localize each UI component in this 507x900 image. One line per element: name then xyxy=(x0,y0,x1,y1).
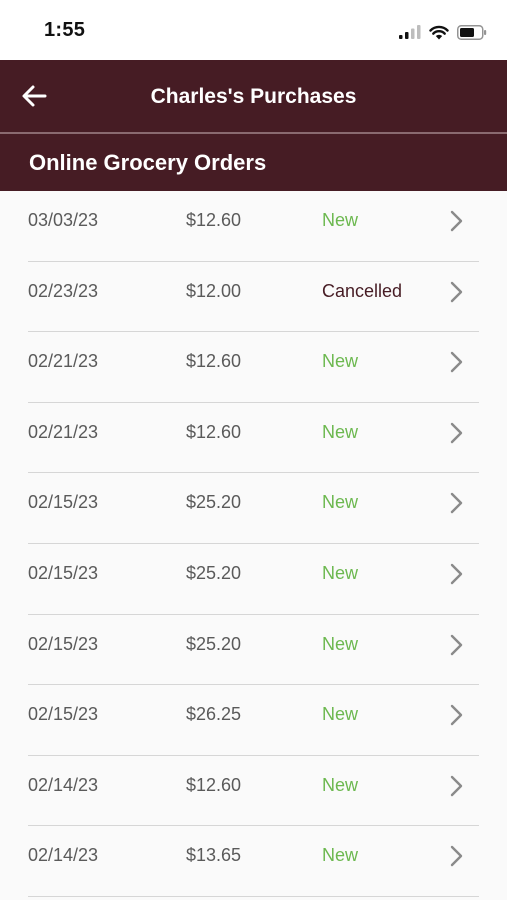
order-status: New xyxy=(322,562,359,583)
order-row[interactable]: 02/15/23 $25.20 New xyxy=(0,473,507,544)
order-row[interactable]: 02/15/23 $25.20 New xyxy=(0,544,507,615)
order-status: New xyxy=(322,421,359,442)
status-bar: 1:55 xyxy=(0,0,507,60)
order-amount: $12.60 xyxy=(186,421,242,442)
nav-bar: Charles's Purchases xyxy=(0,60,507,132)
order-status: New xyxy=(322,210,359,230)
order-amount: $13.65 xyxy=(186,845,242,866)
chevron-right-icon xyxy=(450,422,463,443)
battery-icon xyxy=(457,24,487,40)
order-status: New xyxy=(322,845,359,866)
chevron-right-icon xyxy=(450,775,463,796)
order-amount: $25.20 xyxy=(186,633,242,654)
order-row[interactable]: 02/15/23 $26.25 New xyxy=(0,685,507,756)
status-time: 1:55 xyxy=(44,19,86,41)
wifi-icon xyxy=(429,25,449,39)
chevron-right-icon xyxy=(450,563,463,585)
section-header: Online Grocery Orders xyxy=(0,134,507,191)
signal-icon xyxy=(399,25,421,39)
chevron-right-icon xyxy=(450,634,463,655)
order-status: New xyxy=(322,351,359,372)
section-title: Online Grocery Orders xyxy=(29,150,267,175)
order-row[interactable]: 02/14/23 $13.65 New xyxy=(0,826,507,897)
order-date: 02/15/23 xyxy=(28,633,99,654)
order-amount: $12.60 xyxy=(186,210,242,230)
order-amount: $12.60 xyxy=(186,774,242,795)
order-row[interactable]: 02/21/23 $12.60 New xyxy=(0,332,507,403)
order-row[interactable]: 02/14/23 $12.60 New xyxy=(0,756,507,827)
chevron-right-icon xyxy=(450,351,463,373)
order-amount: $12.60 xyxy=(186,351,242,372)
order-amount: $12.00 xyxy=(186,280,242,301)
orders-list: 03/03/23 $12.60 New 02/23/23 $12.00 Canc… xyxy=(0,191,507,897)
order-status: Cancelled xyxy=(322,280,403,301)
chevron-right-icon xyxy=(450,281,463,302)
order-date: 02/23/23 xyxy=(28,280,99,301)
order-amount: $26.25 xyxy=(186,704,242,725)
order-row[interactable]: 02/15/23 $25.20 New xyxy=(0,615,507,686)
chevron-right-icon xyxy=(450,210,463,232)
order-date: 02/15/23 xyxy=(28,704,99,725)
order-date: 02/15/23 xyxy=(28,562,99,583)
order-row[interactable]: 03/03/23 $12.60 New xyxy=(0,191,507,262)
order-row[interactable]: 02/21/23 $12.60 New xyxy=(0,403,507,474)
order-date: 03/03/23 xyxy=(28,210,99,230)
chevron-right-icon xyxy=(450,846,463,867)
order-amount: $25.20 xyxy=(186,562,242,583)
order-date: 02/21/23 xyxy=(28,421,99,442)
order-date: 02/15/23 xyxy=(28,492,99,513)
order-date: 02/14/23 xyxy=(28,774,99,795)
status-icons xyxy=(399,22,487,42)
order-date: 02/14/23 xyxy=(28,845,99,866)
page-title: Charles's Purchases xyxy=(150,85,357,108)
order-status: New xyxy=(322,633,359,654)
order-row[interactable]: 02/23/23 $12.00 Cancelled xyxy=(0,262,507,333)
order-status: New xyxy=(322,704,359,725)
chevron-right-icon xyxy=(450,493,463,514)
order-status: New xyxy=(322,492,359,513)
order-status: New xyxy=(322,774,359,795)
chevron-right-icon xyxy=(450,704,463,726)
order-date: 02/21/23 xyxy=(28,351,99,372)
order-amount: $25.20 xyxy=(186,492,242,513)
